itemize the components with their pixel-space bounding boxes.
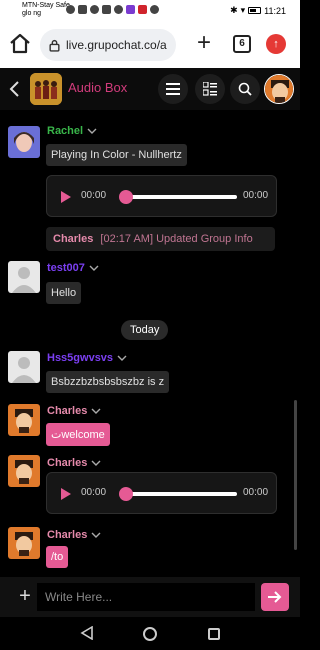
whatsapp-icon [114, 5, 123, 14]
avatar[interactable] [8, 261, 40, 293]
avatar[interactable] [8, 455, 40, 487]
chevron-down-icon[interactable] [91, 408, 101, 414]
arrow-right-icon [268, 591, 282, 603]
clock: 11:21 [264, 5, 286, 16]
chevron-down-icon[interactable] [117, 355, 127, 361]
message-bubble: Hello [46, 282, 82, 304]
bluetooth-icon: ✱ [230, 5, 238, 15]
sync-icon [90, 5, 99, 14]
menu-button[interactable] [158, 74, 188, 104]
search-button[interactable] [230, 74, 260, 104]
message-sender[interactable]: Charles [47, 457, 101, 469]
chevron-down-icon[interactable] [91, 460, 101, 466]
tab-switcher-button[interactable]: 6 [233, 35, 251, 53]
chevron-down-icon[interactable] [87, 128, 97, 134]
notification-icons [66, 5, 159, 14]
facebook-icon [102, 5, 111, 14]
audio-seek-handle[interactable] [119, 487, 133, 501]
message-sender[interactable]: Charles [47, 405, 101, 417]
new-tab-button[interactable]: + [192, 31, 216, 56]
composer-bar: + [0, 577, 300, 617]
more-icon [150, 5, 159, 14]
chevron-down-icon[interactable] [89, 265, 99, 271]
audio-progress-track[interactable] [123, 195, 237, 199]
avatar[interactable] [8, 126, 40, 158]
message-sender[interactable]: test007 [47, 262, 99, 274]
audio-player: 00:00 00:00 [46, 472, 277, 514]
message-bubble: /to [46, 546, 69, 568]
audio-current-time: 00:00 [81, 487, 107, 498]
lock-icon [49, 39, 60, 52]
system-message-text: [02:17 AM] Updated Group Info [100, 233, 253, 245]
cartoon-face [8, 404, 40, 436]
message-bubble: Playing In Color - Nullhertz [46, 144, 187, 166]
audio-duration: 00:00 [243, 190, 269, 201]
avatar[interactable] [8, 351, 40, 383]
rachel-photo [8, 126, 40, 158]
room-avatar[interactable] [30, 73, 62, 105]
play-button[interactable] [61, 191, 71, 203]
cartoon-face [8, 527, 40, 559]
app-icon [126, 5, 135, 14]
url-text: live.grupochat.co/a [66, 38, 167, 52]
update-icon[interactable]: ↑ [266, 34, 286, 54]
audio-progress-track[interactable] [123, 492, 237, 496]
notification-icon [78, 5, 87, 14]
search-icon [238, 82, 252, 96]
message-bubble: ت‌welcome [46, 423, 110, 446]
sender-name: test007 [47, 262, 85, 274]
home-icon[interactable] [8, 32, 32, 56]
scrollbar[interactable] [294, 400, 297, 550]
message-input[interactable] [37, 583, 255, 611]
attach-plus-icon[interactable]: + [14, 583, 36, 609]
cartoon-face [265, 75, 293, 103]
room-title: Audio Box [68, 80, 128, 95]
audio-duration: 00:00 [243, 487, 269, 498]
avatar[interactable] [8, 527, 40, 559]
audio-seek-handle[interactable] [119, 190, 133, 204]
system-message-user: Charles [53, 233, 94, 245]
system-message: Charles [02:17 AM] Updated Group Info [46, 227, 275, 251]
status-right: ✱ ▾ 11:21 [230, 5, 286, 16]
hamburger-icon [166, 83, 180, 95]
audio-current-time: 00:00 [81, 190, 107, 201]
sender-name: Rachel [47, 125, 84, 137]
nav-back-icon[interactable] [80, 626, 94, 640]
message-sender[interactable]: Charles [47, 529, 101, 541]
sender-name: Charles [47, 457, 88, 469]
sender-name: Charles [47, 529, 88, 541]
cartoon-face [8, 455, 40, 487]
grid-list-icon [203, 82, 217, 96]
chevron-down-icon[interactable] [91, 532, 101, 538]
day-separator: Today [121, 320, 169, 340]
nav-recents-icon[interactable] [208, 628, 220, 640]
default-user-icon [8, 261, 40, 293]
sender-name: Hss5gwvsvs [47, 352, 114, 364]
sender-name: Charles [47, 405, 88, 417]
battery-icon [248, 7, 262, 14]
nav-home-icon[interactable] [143, 627, 157, 641]
message-sender[interactable]: Hss5gwvsvs [47, 352, 127, 364]
user-avatar[interactable] [264, 74, 294, 104]
status-bar: MTN-Stay Safe glo ng ✱ ▾ 11:21 [0, 0, 300, 22]
browser-toolbar: live.grupochat.co/a + 6 ↑ [0, 22, 300, 68]
list-view-button[interactable] [195, 74, 225, 104]
message-sender[interactable]: Rachel [47, 125, 97, 137]
band-image [30, 73, 62, 105]
avatar[interactable] [8, 404, 40, 436]
send-button[interactable] [261, 583, 289, 611]
wifi-icon: ▾ [240, 5, 246, 15]
system-nav-bar [0, 617, 300, 650]
audio-player: 00:00 00:00 [46, 175, 277, 217]
chat-window[interactable]: Rachel Playing In Color - Nullhertz 00:0… [0, 110, 300, 577]
play-button[interactable] [61, 488, 71, 500]
message-bubble: Bsbzzbzbsbsbszbz is z [46, 371, 170, 393]
signal-icon [66, 5, 75, 14]
back-icon[interactable] [8, 80, 22, 98]
pdf-icon [138, 5, 147, 14]
room-header: Audio Box [0, 68, 300, 110]
address-bar[interactable]: live.grupochat.co/a [40, 29, 176, 61]
default-user-icon [8, 351, 40, 383]
